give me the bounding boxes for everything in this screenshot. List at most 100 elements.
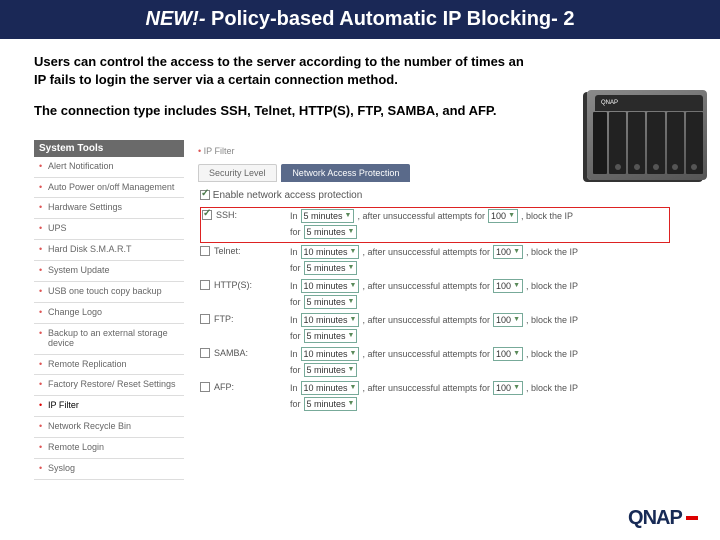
chevron-down-icon: ▼ <box>348 228 355 235</box>
checkbox-icon[interactable] <box>200 382 210 392</box>
protocol-check[interactable]: Telnet: <box>200 245 290 256</box>
chevron-down-icon: ▼ <box>348 332 355 339</box>
checkbox-icon[interactable] <box>202 210 212 220</box>
window-select[interactable]: 10 minutes ▼ <box>301 313 360 327</box>
chevron-down-icon: ▼ <box>513 248 520 255</box>
description-2: The connection type includes SSH, Telnet… <box>34 102 534 120</box>
enable-checkbox[interactable] <box>200 190 210 200</box>
chevron-down-icon: ▼ <box>345 212 352 219</box>
sidebar-item[interactable]: Hardware Settings <box>34 198 184 219</box>
window-select[interactable]: 10 minutes ▼ <box>301 381 360 395</box>
chevron-down-icon: ▼ <box>350 248 357 255</box>
attempts-select[interactable]: 100 ▼ <box>493 347 523 361</box>
protocol-label: FTP: <box>214 314 234 324</box>
duration-select[interactable]: 5 minutes ▼ <box>304 397 358 411</box>
duration-line: for5 minutes ▼ <box>290 397 670 411</box>
slide-title: NEW!- Policy-based Automatic IP Blocking… <box>0 0 720 39</box>
chevron-down-icon: ▼ <box>350 282 357 289</box>
sidebar-item[interactable]: Backup to an external storage device <box>34 324 184 355</box>
chevron-down-icon: ▼ <box>348 366 355 373</box>
window-select[interactable]: 10 minutes ▼ <box>301 347 360 361</box>
sidebar-item[interactable]: Network Recycle Bin <box>34 417 184 438</box>
protocol-label: SAMBA: <box>214 348 248 358</box>
tab-security-level[interactable]: Security Level <box>198 164 277 182</box>
chevron-down-icon: ▼ <box>350 350 357 357</box>
qnap-logo: QNAP <box>628 507 698 530</box>
duration-select[interactable]: 5 minutes ▼ <box>304 261 358 275</box>
attempt-line: In10 minutes ▼, after unsuccessful attem… <box>290 279 670 293</box>
protocol-check[interactable]: HTTP(S): <box>200 279 290 290</box>
duration-line: for5 minutes ▼ <box>290 261 670 275</box>
duration-select[interactable]: 5 minutes ▼ <box>304 225 358 239</box>
attempt-line: In5 minutes ▼, after unsuccessful attemp… <box>290 209 670 223</box>
nas-product-image: QNAP <box>582 80 712 180</box>
chevron-down-icon: ▼ <box>513 384 520 391</box>
protocol-check[interactable]: SAMBA: <box>200 347 290 358</box>
attempt-line: In10 minutes ▼, after unsuccessful attem… <box>290 245 670 259</box>
attempts-select[interactable]: 100 ▼ <box>488 209 518 223</box>
attempts-select[interactable]: 100 ▼ <box>493 313 523 327</box>
attempt-line: In10 minutes ▼, after unsuccessful attem… <box>290 347 670 361</box>
title-rest: Policy-based Automatic IP Blocking- 2 <box>206 8 575 30</box>
sidebar-item[interactable]: Change Logo <box>34 303 184 324</box>
sidebar-item[interactable]: Alert Notification <box>34 157 184 178</box>
chevron-down-icon: ▼ <box>350 384 357 391</box>
protocol-row: SSH: In5 minutes ▼, after unsuccessful at… <box>200 207 670 243</box>
protocol-row: HTTP(S): In10 minutes ▼, after unsuccessf… <box>200 279 670 311</box>
protocol-check[interactable]: FTP: <box>200 313 290 324</box>
protocol-row: Telnet: In10 minutes ▼, after unsuccessfu… <box>200 245 670 277</box>
attempts-select[interactable]: 100 ▼ <box>493 279 523 293</box>
checkbox-icon[interactable] <box>200 348 210 358</box>
protocol-label: AFP: <box>214 382 234 392</box>
enable-row[interactable]: Enable network access protection <box>200 190 670 201</box>
chevron-down-icon: ▼ <box>513 350 520 357</box>
chevron-down-icon: ▼ <box>513 316 520 323</box>
protocol-label: SSH: <box>216 210 237 220</box>
sidebar-item[interactable]: Syslog <box>34 459 184 480</box>
sidebar-item[interactable]: Remote Login <box>34 438 184 459</box>
chevron-down-icon: ▼ <box>348 400 355 407</box>
protocol-label: HTTP(S): <box>214 280 252 290</box>
sidebar-item[interactable]: Hard Disk S.M.A.R.T <box>34 240 184 261</box>
tab-network-access-protection[interactable]: Network Access Protection <box>281 164 410 182</box>
sidebar-item[interactable]: USB one touch copy backup <box>34 282 184 303</box>
checkbox-icon[interactable] <box>200 280 210 290</box>
admin-panel: System Tools Alert NotificationAuto Powe… <box>34 140 686 420</box>
protocol-row: SAMBA: In10 minutes ▼, after unsuccessful… <box>200 347 670 379</box>
chevron-down-icon: ▼ <box>348 264 355 271</box>
checkbox-icon[interactable] <box>200 314 210 324</box>
chevron-down-icon: ▼ <box>513 282 520 289</box>
main-pane: IP Filter Security Level Network Access … <box>184 140 686 420</box>
duration-line: for5 minutes ▼ <box>290 329 670 343</box>
enable-label: Enable network access protection <box>213 190 363 201</box>
sidebar-item[interactable]: System Update <box>34 261 184 282</box>
duration-line: for5 minutes ▼ <box>290 295 670 309</box>
protocol-label: Telnet: <box>214 246 241 256</box>
duration-select[interactable]: 5 minutes ▼ <box>304 363 358 377</box>
window-select[interactable]: 10 minutes ▼ <box>301 279 360 293</box>
window-select[interactable]: 10 minutes ▼ <box>301 245 360 259</box>
attempt-line: In10 minutes ▼, after unsuccessful attem… <box>290 313 670 327</box>
sidebar-item[interactable]: UPS <box>34 219 184 240</box>
sidebar: System Tools Alert NotificationAuto Powe… <box>34 140 184 420</box>
sidebar-item[interactable]: Remote Replication <box>34 355 184 376</box>
duration-line: for5 minutes ▼ <box>290 363 670 377</box>
sidebar-item[interactable]: IP Filter <box>34 396 184 417</box>
window-select[interactable]: 5 minutes ▼ <box>301 209 355 223</box>
checkbox-icon[interactable] <box>200 246 210 256</box>
duration-select[interactable]: 5 minutes ▼ <box>304 329 358 343</box>
protocol-check[interactable]: SSH: <box>200 209 290 220</box>
chevron-down-icon: ▼ <box>348 298 355 305</box>
chevron-down-icon: ▼ <box>350 316 357 323</box>
attempts-select[interactable]: 100 ▼ <box>493 381 523 395</box>
title-new: NEW!- <box>146 8 206 30</box>
description-1: Users can control the access to the serv… <box>34 53 534 88</box>
duration-line: for5 minutes ▼ <box>290 225 670 239</box>
protocol-check[interactable]: AFP: <box>200 381 290 392</box>
sidebar-item[interactable]: Factory Restore/ Reset Settings <box>34 375 184 396</box>
attempts-select[interactable]: 100 ▼ <box>493 245 523 259</box>
duration-select[interactable]: 5 minutes ▼ <box>304 295 358 309</box>
attempt-line: In10 minutes ▼, after unsuccessful attem… <box>290 381 670 395</box>
chevron-down-icon: ▼ <box>508 212 515 219</box>
sidebar-item[interactable]: Auto Power on/off Management <box>34 178 184 199</box>
